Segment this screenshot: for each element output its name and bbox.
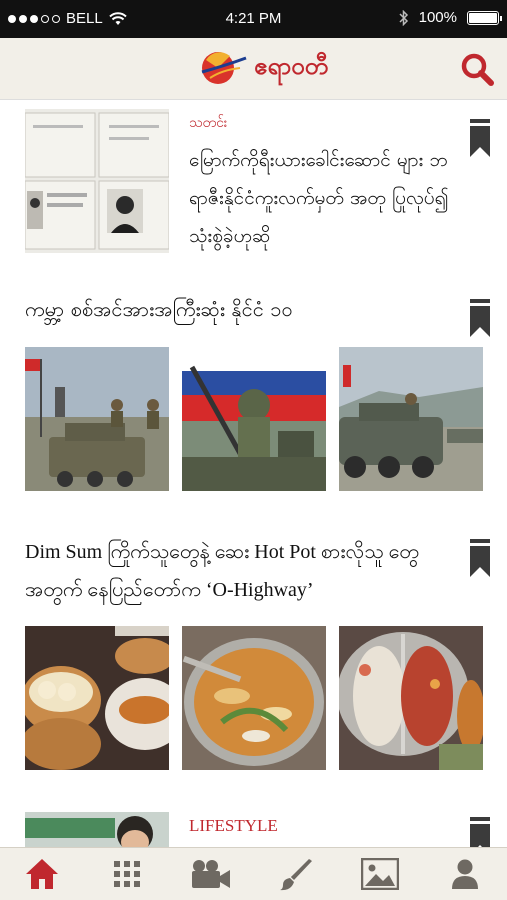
bookmark-icon[interactable] (470, 539, 490, 577)
app-header: ဧရာဝတီ (0, 38, 507, 100)
tab-home[interactable] (20, 852, 64, 896)
article-title[interactable]: မြောက်ကိုရီးယားခေါင်းဆောင် များ ဘရာဇီးနိ… (189, 141, 464, 255)
logo-text: ဧရာဝတီ (254, 52, 328, 80)
logo-emblem-icon (201, 52, 247, 84)
gallery-image[interactable] (182, 347, 326, 491)
bluetooth-icon (399, 9, 408, 26)
image-gallery-row (25, 347, 483, 491)
article-title[interactable]: Dim Sum ကြိုက်သူတွေနဲ့ ဆေး Hot Pot စားလိ… (25, 533, 465, 609)
gallery-image[interactable] (182, 626, 326, 770)
app-logo[interactable]: ဧရာဝတီ (200, 48, 328, 88)
article-thumbnail[interactable] (24, 109, 170, 253)
passport-image (24, 109, 170, 253)
article-category: LIFESTYLE (189, 816, 278, 835)
photo-icon (361, 858, 400, 890)
article-title[interactable]: ကမ္ဘာ့ စစ်အင်အားအကြီးဆုံး နိုင်ငံ ၁၀ (25, 291, 465, 327)
gallery-image[interactable] (25, 626, 169, 770)
news-feed[interactable]: သတင်း မြောက်ကိုရီးယားခေါင်းဆောင် များ ဘရ… (0, 101, 507, 847)
status-bar: BELL 4:21 PM 100% (0, 0, 507, 38)
bookmark-icon[interactable] (470, 299, 490, 337)
tab-photos[interactable] (358, 852, 402, 896)
bookmark-icon[interactable] (470, 817, 490, 847)
tab-profile[interactable] (443, 852, 487, 896)
gallery-image[interactable] (25, 347, 169, 491)
video-camera-icon (192, 860, 231, 888)
paintbrush-icon (279, 859, 312, 891)
article-category: သတင်း (189, 115, 228, 131)
bookmark-icon[interactable] (470, 119, 490, 157)
profile-icon (451, 859, 478, 889)
grid-icon (113, 861, 140, 887)
battery-percent: 100% (418, 9, 457, 26)
search-icon (461, 53, 494, 86)
tab-video[interactable] (189, 852, 233, 896)
gallery-image[interactable] (339, 347, 483, 491)
tab-art[interactable] (274, 852, 318, 896)
tab-categories[interactable] (105, 852, 149, 896)
article-card[interactable]: သတင်း မြောက်ကိုရီးယားခေါင်းဆောင် များ ဘရ… (24, 107, 490, 267)
home-icon (26, 859, 59, 889)
bottom-tab-bar (0, 847, 507, 900)
search-button[interactable] (459, 51, 495, 87)
battery-icon (467, 10, 502, 25)
article-thumbnail[interactable] (25, 812, 169, 847)
gallery-image[interactable] (339, 626, 483, 770)
image-gallery-row (25, 626, 483, 770)
